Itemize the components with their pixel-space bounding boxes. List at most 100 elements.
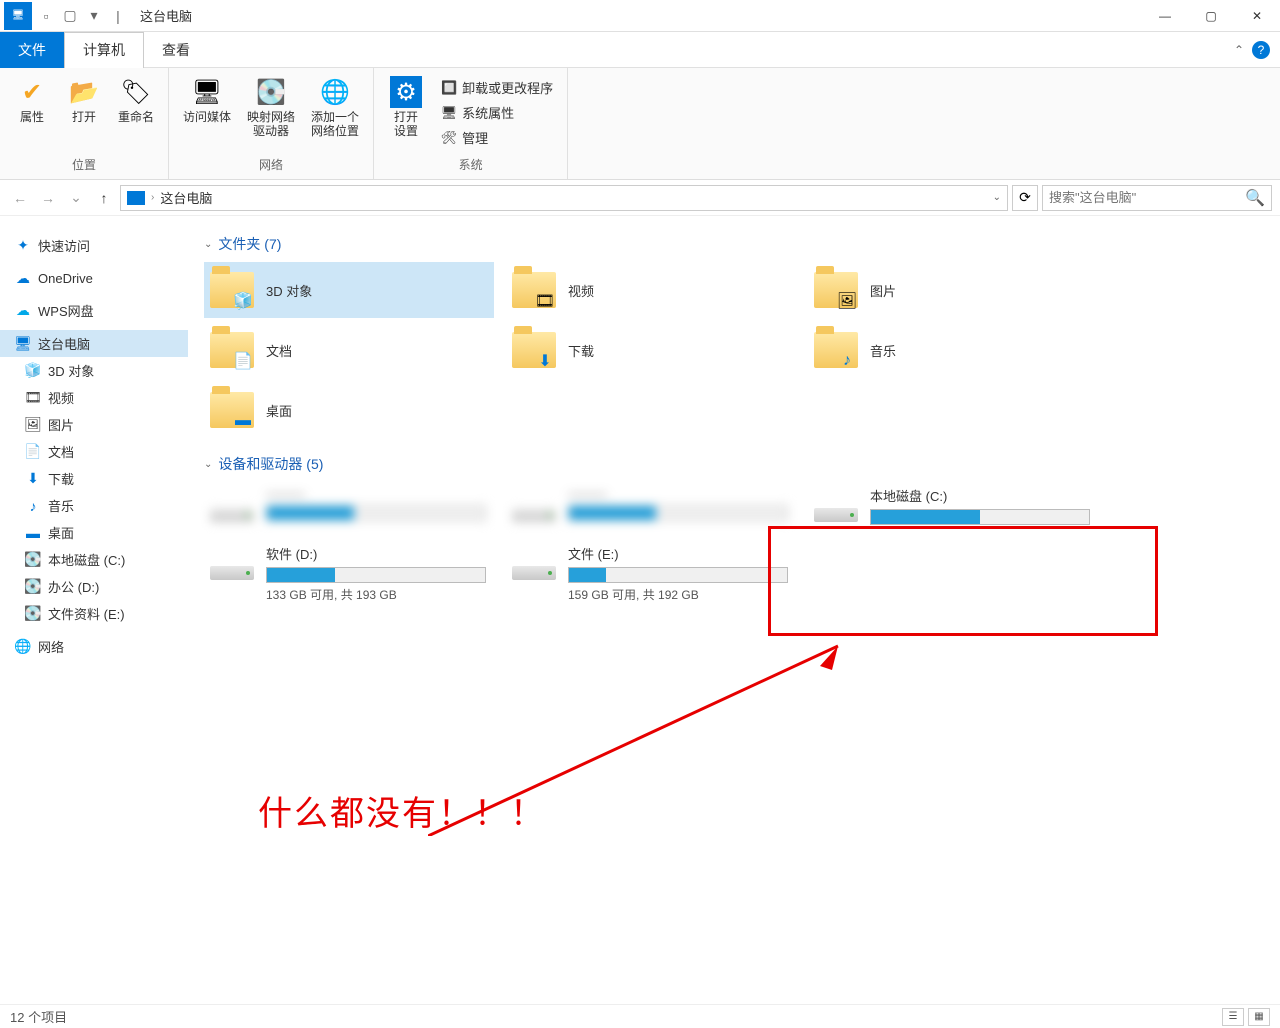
section-devices-header[interactable]: ⌄ 设备和驱动器 (5): [204, 454, 1264, 474]
sidebar-item-pictures[interactable]: 🖼 图片: [0, 411, 188, 438]
open-button[interactable]: 📂 打开: [60, 72, 108, 128]
qat-properties-icon[interactable]: ▢: [60, 6, 80, 26]
tab-computer[interactable]: 计算机: [64, 32, 144, 68]
tab-file[interactable]: 文件: [0, 32, 64, 68]
view-details-button[interactable]: ☰: [1222, 1008, 1244, 1026]
add-location-button[interactable]: 🌐 添加一个 网络位置: [305, 72, 365, 143]
folder-downloads[interactable]: ⬇ 下载: [506, 322, 796, 378]
help-icon[interactable]: ?: [1252, 41, 1270, 59]
desktop-icon: ▬: [232, 410, 254, 432]
picture-icon: 🖼: [836, 290, 858, 312]
folder-desktop[interactable]: ▬ 桌面: [204, 382, 494, 438]
cube-icon: 🧊: [232, 290, 254, 312]
drive-icon: 💽: [24, 578, 42, 596]
sidebar-item-wps[interactable]: ☁ WPS网盘: [0, 297, 188, 324]
access-media-button[interactable]: 🖥 访问媒体: [177, 72, 237, 128]
cube-icon: 🧊: [24, 362, 42, 380]
annotation-text: 什么都没有！！！: [258, 786, 546, 835]
cloud-icon: ☁: [14, 302, 32, 320]
rename-button[interactable]: 🏷 重命名: [112, 72, 160, 128]
address-field[interactable]: › 这台电脑 ⌄: [120, 185, 1008, 211]
up-button[interactable]: ↑: [92, 186, 116, 210]
drive-blurred-2[interactable]: ———: [506, 482, 796, 532]
document-icon: 📄: [232, 350, 254, 372]
annotation-box: [768, 526, 1158, 636]
breadcrumb[interactable]: 这台电脑: [160, 188, 212, 207]
sidebar-item-documents[interactable]: 📄 文档: [0, 438, 188, 465]
view-icons-button[interactable]: ▦: [1248, 1008, 1270, 1026]
video-icon: 🎞: [24, 389, 42, 407]
folder-documents[interactable]: 📄 文档: [204, 322, 494, 378]
music-icon: ♪: [836, 350, 858, 372]
forward-button[interactable]: →: [36, 186, 60, 210]
folder-videos[interactable]: 🎞 视频: [506, 262, 796, 318]
sidebar-item-onedrive[interactable]: ☁ OneDrive: [0, 265, 188, 291]
sidebar-item-desktop[interactable]: ▬ 桌面: [0, 519, 188, 546]
back-button[interactable]: ←: [8, 186, 32, 210]
system-icon: 🖥: [440, 104, 458, 122]
sidebar-item-office-d[interactable]: 💽 办公 (D:): [0, 573, 188, 600]
content-area: ✦ 快速访问 ☁ OneDrive ☁ WPS网盘 🖥 这台电脑 🧊 3D 对象…: [0, 216, 1280, 1004]
globe-icon: 🌐: [319, 76, 351, 108]
sidebar-item-videos[interactable]: 🎞 视频: [0, 384, 188, 411]
close-button[interactable]: ✕: [1234, 0, 1280, 32]
collapse-ribbon-icon[interactable]: ⌃: [1234, 43, 1244, 57]
folder-pictures[interactable]: 🖼 图片: [808, 262, 1098, 318]
ribbon-group-location: ✔ 属性 📂 打开 🏷 重命名 位置: [0, 68, 169, 179]
sidebar-item-quick-access[interactable]: ✦ 快速访问: [0, 232, 188, 259]
sidebar-item-downloads[interactable]: ⬇ 下载: [0, 465, 188, 492]
drive-c[interactable]: 本地磁盘 (C:): [808, 482, 1098, 532]
drive-e[interactable]: 文件 (E:) 159 GB 可用, 共 192 GB: [506, 540, 796, 607]
drive-blurred-1[interactable]: ———: [204, 482, 494, 532]
address-dropdown-icon[interactable]: ⌄: [993, 192, 1001, 203]
checkmark-icon: ✔: [16, 76, 48, 108]
open-folder-icon: 📂: [68, 76, 100, 108]
qat-new-folder-icon[interactable]: ▫: [36, 6, 56, 26]
search-icon[interactable]: 🔍: [1245, 188, 1265, 208]
system-props-button[interactable]: 🖥 系统属性: [436, 101, 557, 124]
folder-3d-objects[interactable]: 🧊 3D 对象: [204, 262, 494, 318]
titlebar: 🖥 ▫ ▢ ▾ | 这台电脑 — ▢ ✕: [0, 0, 1280, 32]
qat-dropdown-icon[interactable]: ▾: [84, 6, 104, 26]
music-icon: ♪: [24, 497, 42, 515]
search-input[interactable]: [1049, 190, 1239, 205]
recent-dropdown[interactable]: ⌄: [64, 186, 88, 210]
sidebar-item-local-c[interactable]: 💽 本地磁盘 (C:): [0, 546, 188, 573]
map-drive-button[interactable]: 💽 映射网络 驱动器: [241, 72, 301, 143]
chevron-right-icon: ›: [151, 192, 154, 203]
refresh-button[interactable]: ⟳: [1012, 185, 1038, 211]
download-icon: ⬇: [24, 470, 42, 488]
status-bar: 12 个项目 ☰ ▦: [0, 1004, 1280, 1028]
video-icon: 🎞: [534, 290, 556, 312]
properties-button[interactable]: ✔ 属性: [8, 72, 56, 128]
manage-icon: 🛠: [440, 129, 458, 147]
open-settings-button[interactable]: ⚙ 打开 设置: [382, 72, 430, 143]
maximize-button[interactable]: ▢: [1188, 0, 1234, 32]
sidebar-item-this-pc[interactable]: 🖥 这台电脑: [0, 330, 188, 357]
sidebar-item-music[interactable]: ♪ 音乐: [0, 492, 188, 519]
sidebar-item-network[interactable]: 🌐 网络: [0, 633, 188, 660]
picture-icon: 🖼: [24, 416, 42, 434]
media-server-icon: 🖥: [191, 76, 223, 108]
search-field[interactable]: 🔍: [1042, 185, 1272, 211]
uninstall-button[interactable]: 🔲 卸载或更改程序: [436, 76, 557, 99]
chevron-down-icon: ⌄: [204, 239, 212, 250]
qat-separator: |: [108, 6, 128, 26]
main-view: ⌄ 文件夹 (7) 🧊 3D 对象 🎞 视频 🖼 图片 📄 文档 ⬇ 下载: [188, 216, 1280, 1004]
section-folders-header[interactable]: ⌄ 文件夹 (7): [204, 234, 1264, 254]
sidebar-item-files-e[interactable]: 💽 文件资料 (E:): [0, 600, 188, 627]
folder-music[interactable]: ♪ 音乐: [808, 322, 1098, 378]
drive-d[interactable]: 软件 (D:) 133 GB 可用, 共 193 GB: [204, 540, 494, 607]
sidebar-item-3d-objects[interactable]: 🧊 3D 对象: [0, 357, 188, 384]
minimize-button[interactable]: —: [1142, 0, 1188, 32]
cloud-icon: ☁: [14, 269, 32, 287]
manage-button[interactable]: 🛠 管理: [436, 126, 557, 149]
tab-view[interactable]: 查看: [144, 32, 208, 68]
rename-icon: 🏷: [120, 76, 152, 108]
ribbon-group-network: 🖥 访问媒体 💽 映射网络 驱动器 🌐 添加一个 网络位置 网络: [169, 68, 374, 179]
ribbon: ✔ 属性 📂 打开 🏷 重命名 位置 🖥 访问媒体 💽 映射网络 驱动器: [0, 68, 1280, 180]
ribbon-tabs: 文件 计算机 查看 ⌃ ?: [0, 32, 1280, 68]
pc-icon: 🖥: [14, 335, 32, 353]
status-item-count: 12 个项目: [10, 1007, 67, 1026]
drive-icon: 💽: [24, 551, 42, 569]
